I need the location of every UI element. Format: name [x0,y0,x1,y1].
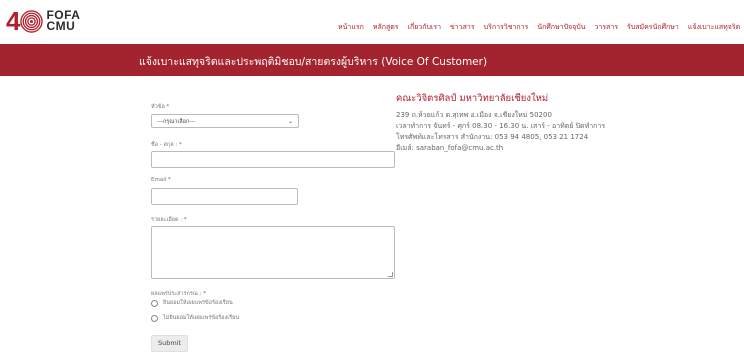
org-name: คณะวิจิตรศิลป์ มหาวิทยาลัยเชียงใหม่ [396,93,549,104]
contact-phone: โทรศัพท์และโทรสาร สำนักงาน: 053 94 4805,… [396,133,589,141]
email-label: Email * [151,177,171,183]
contact-address: 239 ถ.ห้วยแก้ว ต.สุเทพ อ.เมือง จ.เชียงให… [396,111,552,119]
page-title: แจ้งเบาะแสทุจริตและประพฤติมิชอบ/สายตรงผู… [139,56,488,68]
required-mark: * [166,104,170,110]
page-banner: แจ้งเบาะแสทุจริตและประพฤติมิชอบ/สายตรงผู… [0,44,744,76]
consent-option-allow[interactable]: ยินยอมให้เผยแพร่ข้อร้องเรียน [151,299,233,307]
name-label: ชื่อ - สกุล : * [151,142,182,148]
logo-cmu: CMU [46,19,76,33]
required-mark: * [203,291,207,297]
nav-home[interactable]: หน้าแรก [338,22,364,33]
nav-news[interactable]: ข่าวสาร [450,22,475,33]
logo-40-mark: 4 [6,6,44,36]
required-mark: * [178,142,182,148]
subject-select[interactable]: ---กรุณาเลือก--- ⌄ [151,114,299,128]
nav-about[interactable]: เกี่ยวกับเรา [408,22,441,33]
nav-report-corruption[interactable]: แจ้งเบาะแสทุจริต [688,22,740,33]
required-mark: * [183,217,187,223]
fofa-cmu-logo[interactable]: 4 FOFA CMU [6,8,80,34]
submit-button[interactable]: Submit [151,335,188,352]
consent-option-deny[interactable]: ไม่ยินยอมให้เผยแพร่ข้อร้องเรียน [151,314,239,322]
resize-handle-icon[interactable] [388,272,393,277]
radio-button[interactable] [151,314,158,322]
details-label: รายละเอียด : * [151,217,187,223]
contact-hours: เวลาทำการ จันทร์ - ศุกร์ 08.30 - 16.30 น… [396,122,606,130]
radio-label: ไม่ยินยอมให้เผยแพร่ข้อร้องเรียน [163,315,240,321]
logo-wordmark: FOFA CMU [46,9,80,33]
details-textarea[interactable] [151,226,395,279]
contact-email[interactable]: อีเมล์: saraban_fofa@cmu.ac.th [396,143,503,154]
chevron-down-icon: ⌄ [287,118,293,125]
nav-journal[interactable]: วารสาร [594,22,618,33]
main-nav: หน้าแรก หลักสูตร เกี่ยวกับเรา ข่าวสาร บร… [338,22,744,33]
radio-button[interactable] [151,299,158,307]
nav-admissions[interactable]: รับสมัครนักศึกษา [627,22,679,33]
reply-label: ผลแพร่ประสารกรณ : * [151,291,207,297]
nav-academic-service[interactable]: บริการวิชาการ [484,22,529,33]
required-mark: * [168,177,171,183]
subject-label: หัวข้อ * [151,104,170,110]
nav-current-students[interactable]: นักศึกษาปัจจุบัน [537,22,585,33]
radio-label: ยินยอมให้เผยแพร่ข้อร้องเรียน [163,300,233,306]
email-field[interactable] [151,188,298,205]
logo-zero-icon [20,9,44,33]
name-field[interactable] [151,151,395,168]
subject-select-value: ---กรุณาเลือก--- [157,119,196,125]
logo-four: 4 [6,6,21,36]
nav-curriculum[interactable]: หลักสูตร [373,22,399,33]
